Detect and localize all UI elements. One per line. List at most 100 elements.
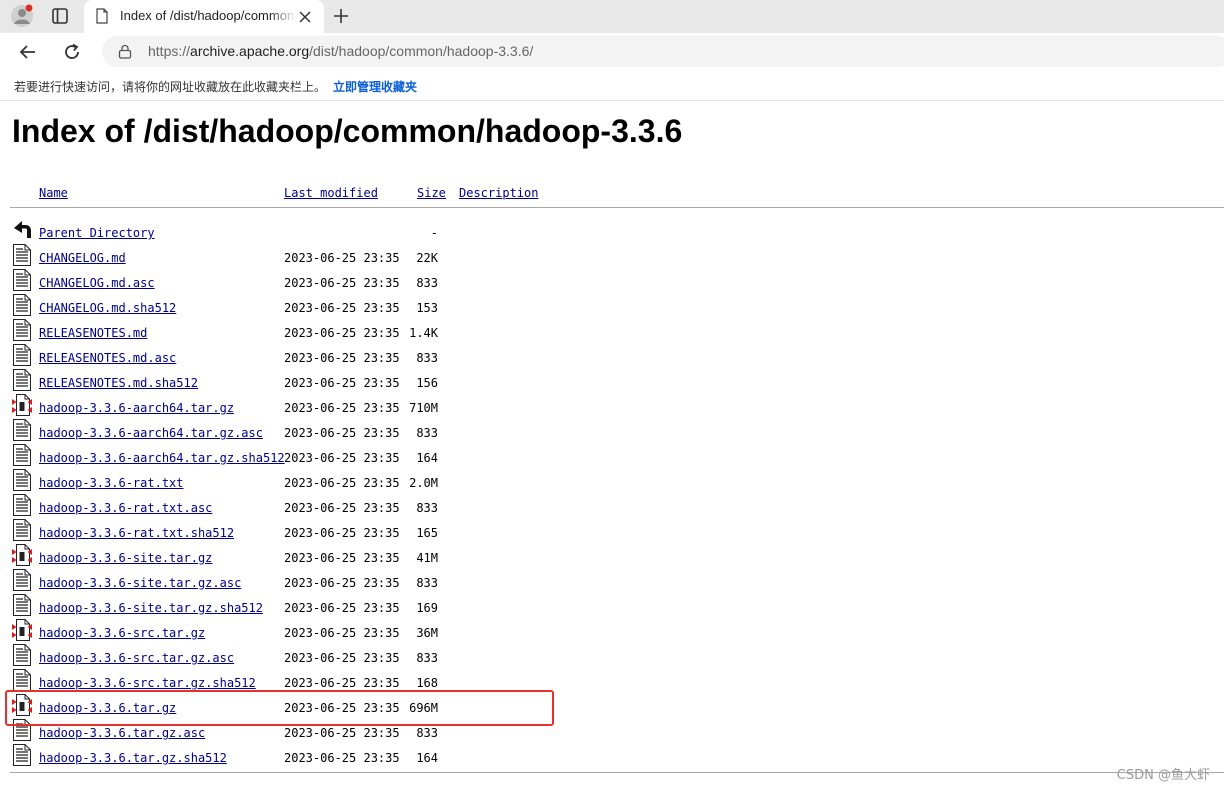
listing-row: hadoop-3.3.6-aarch64.tar.gz.sha512 2023-0…	[0, 444, 1224, 469]
sort-by-size-link[interactable]: Size	[417, 186, 446, 202]
file-link-releasenotes-md-asc[interactable]: RELEASENOTES.md.asc	[39, 351, 176, 365]
file-size: 833	[416, 576, 438, 590]
favorites-hint: 若要进行快速访问，请将你的网址收藏放在此收藏夹栏上。	[14, 80, 327, 94]
listing-row: hadoop-3.3.6-site.tar.gz 2023-06-25 23:35…	[0, 544, 1224, 569]
file-size: 710M	[409, 401, 438, 415]
address-bar[interactable]: https://archive.apache.org/dist/hadoop/c…	[102, 36, 1224, 67]
file-size: 833	[416, 351, 438, 365]
file-link-hadoop-3-3-6-aarch64-tar-gz-asc[interactable]: hadoop-3.3.6-aarch64.tar.gz.asc	[39, 426, 263, 440]
file-link-hadoop-3-3-6-aarch64-tar-gz[interactable]: hadoop-3.3.6-aarch64.tar.gz	[39, 401, 234, 415]
file-size: 41M	[416, 551, 438, 565]
manage-favorites-link[interactable]: 立即管理收藏夹	[333, 78, 417, 95]
text-file-icon[interactable]	[12, 519, 32, 541]
listing-row: hadoop-3.3.6.tar.gz.sha512 2023-06-25 23:…	[0, 744, 1224, 769]
text-file-icon[interactable]	[12, 319, 32, 341]
last-modified: 2023-06-25 23:35	[284, 501, 400, 515]
lock-icon[interactable]	[118, 44, 132, 59]
text-file-icon[interactable]	[12, 419, 32, 441]
text-file-icon[interactable]	[12, 744, 32, 766]
sort-by-name-link[interactable]: Name	[39, 186, 68, 202]
last-modified: 2023-06-25 23:35	[284, 426, 400, 440]
archive-file-icon[interactable]	[12, 544, 32, 566]
file-size: 833	[416, 651, 438, 665]
file-size: 168	[416, 676, 438, 690]
listing-row: hadoop-3.3.6-site.tar.gz.asc 2023-06-25 2…	[0, 569, 1224, 594]
back-icon[interactable]	[12, 219, 32, 241]
text-file-icon[interactable]	[12, 469, 32, 491]
text-file-icon[interactable]	[12, 569, 32, 591]
last-modified: 2023-06-25 23:35	[284, 526, 400, 540]
file-link-changelog-md[interactable]: CHANGELOG.md	[39, 251, 126, 265]
sort-by-description-link[interactable]: Description	[459, 186, 538, 202]
last-modified: 2023-06-25 23:35	[284, 626, 400, 640]
file-size: 833	[416, 501, 438, 515]
tab-active[interactable]: Index of /dist/hadoop/common/hadoop-3.3.…	[84, 0, 324, 33]
file-link-changelog-md-sha512[interactable]: CHANGELOG.md.sha512	[39, 301, 176, 315]
archive-file-icon[interactable]	[12, 394, 32, 416]
file-link-hadoop-3-3-6-tar-gz-sha512[interactable]: hadoop-3.3.6.tar.gz.sha512	[39, 751, 227, 765]
browser-toolbar: https://archive.apache.org/dist/hadoop/c…	[0, 33, 1224, 70]
file-link-hadoop-3-3-6-rat-txt[interactable]: hadoop-3.3.6-rat.txt	[39, 476, 184, 490]
file-link-releasenotes-md[interactable]: RELEASENOTES.md	[39, 326, 147, 340]
file-size: 833	[416, 726, 438, 740]
file-link-hadoop-3-3-6-rat-txt-sha512[interactable]: hadoop-3.3.6-rat.txt.sha512	[39, 526, 234, 540]
text-file-icon[interactable]	[12, 269, 32, 291]
text-file-icon[interactable]	[12, 294, 32, 316]
text-file-icon[interactable]	[12, 644, 32, 666]
listing-row: hadoop-3.3.6-aarch64.tar.gz 2023-06-25 23…	[0, 394, 1224, 419]
file-size: 833	[416, 426, 438, 440]
file-link-hadoop-3-3-6-aarch64-tar-gz-sha512[interactable]: hadoop-3.3.6-aarch64.tar.gz.sha512	[39, 451, 285, 465]
footer-divider	[10, 772, 1224, 773]
sort-by-last-modified-link[interactable]: Last modified	[284, 186, 378, 202]
last-modified: 2023-06-25 23:35	[284, 651, 400, 665]
close-tab-icon[interactable]	[298, 9, 312, 23]
file-size: 164	[416, 751, 438, 765]
file-size: 2.0M	[409, 476, 438, 490]
last-modified: 2023-06-25 23:35	[284, 301, 400, 315]
listing-row: hadoop-3.3.6-rat.txt 2023-06-25 23:35 2.0M	[0, 469, 1224, 494]
listing-row: CHANGELOG.md 2023-06-25 23:35 22K	[0, 244, 1224, 269]
profile-avatar-icon[interactable]	[10, 4, 34, 28]
text-file-icon[interactable]	[12, 444, 32, 466]
listing-row: hadoop-3.3.6-rat.txt.sha512 2023-06-25 23…	[0, 519, 1224, 544]
tab-actions-icon[interactable]	[50, 6, 70, 26]
file-size: 153	[416, 301, 438, 315]
text-file-icon[interactable]	[12, 369, 32, 391]
reload-icon[interactable]	[62, 42, 82, 62]
file-size: -	[430, 226, 438, 240]
favorites-bar: 若要进行快速访问，请将你的网址收藏放在此收藏夹栏上。 立即管理收藏夹	[0, 70, 1224, 101]
file-link-changelog-md-asc[interactable]: CHANGELOG.md.asc	[39, 276, 155, 290]
listing-row: Parent Directory -	[0, 219, 1224, 244]
archive-file-icon[interactable]	[12, 619, 32, 641]
file-link-releasenotes-md-sha512[interactable]: RELEASENOTES.md.sha512	[39, 376, 198, 390]
file-link-hadoop-3-3-6-src-tar-gz[interactable]: hadoop-3.3.6-src.tar.gz	[39, 626, 205, 640]
listing-row: RELEASENOTES.md 2023-06-25 23:35 1.4K	[0, 319, 1224, 344]
text-file-icon[interactable]	[12, 244, 32, 266]
file-link-hadoop-3-3-6-site-tar-gz-sha512[interactable]: hadoop-3.3.6-site.tar.gz.sha512	[39, 601, 263, 615]
file-size: 156	[416, 376, 438, 390]
file-size: 833	[416, 276, 438, 290]
file-size: 169	[416, 601, 438, 615]
file-link-hadoop-3-3-6-rat-txt-asc[interactable]: hadoop-3.3.6-rat.txt.asc	[39, 501, 212, 515]
tab-strip: Index of /dist/hadoop/common/hadoop-3.3.…	[0, 0, 1224, 33]
text-file-icon[interactable]	[12, 669, 32, 691]
file-link-hadoop-3-3-6-site-tar-gz-asc[interactable]: hadoop-3.3.6-site.tar.gz.asc	[39, 576, 241, 590]
file-link-hadoop-3-3-6-src-tar-gz-asc[interactable]: hadoop-3.3.6-src.tar.gz.asc	[39, 651, 234, 665]
file-link-parent-directory[interactable]: Parent Directory	[39, 226, 155, 240]
file-link-hadoop-3-3-6-src-tar-gz-sha512[interactable]: hadoop-3.3.6-src.tar.gz.sha512	[39, 676, 256, 690]
file-link-hadoop-3-3-6-site-tar-gz[interactable]: hadoop-3.3.6-site.tar.gz	[39, 551, 212, 565]
last-modified: 2023-06-25 23:35	[284, 751, 400, 765]
new-tab-icon[interactable]	[332, 7, 350, 25]
url-text: https://archive.apache.org/dist/hadoop/c…	[148, 43, 534, 59]
text-file-icon[interactable]	[12, 494, 32, 516]
listing-row: RELEASENOTES.md.asc 2023-06-25 23:35 833	[0, 344, 1224, 369]
last-modified: 2023-06-25 23:35	[284, 326, 400, 340]
tab-title: Index of /dist/hadoop/common/hadoop-3.3.…	[120, 8, 296, 23]
back-arrow-icon[interactable]	[18, 42, 38, 62]
last-modified: 2023-06-25 23:35	[284, 451, 400, 465]
file-size: 165	[416, 526, 438, 540]
file-link-hadoop-3-3-6-tar-gz-asc[interactable]: hadoop-3.3.6.tar.gz.asc	[39, 726, 205, 740]
last-modified: 2023-06-25 23:35	[284, 251, 400, 265]
text-file-icon[interactable]	[12, 594, 32, 616]
text-file-icon[interactable]	[12, 344, 32, 366]
